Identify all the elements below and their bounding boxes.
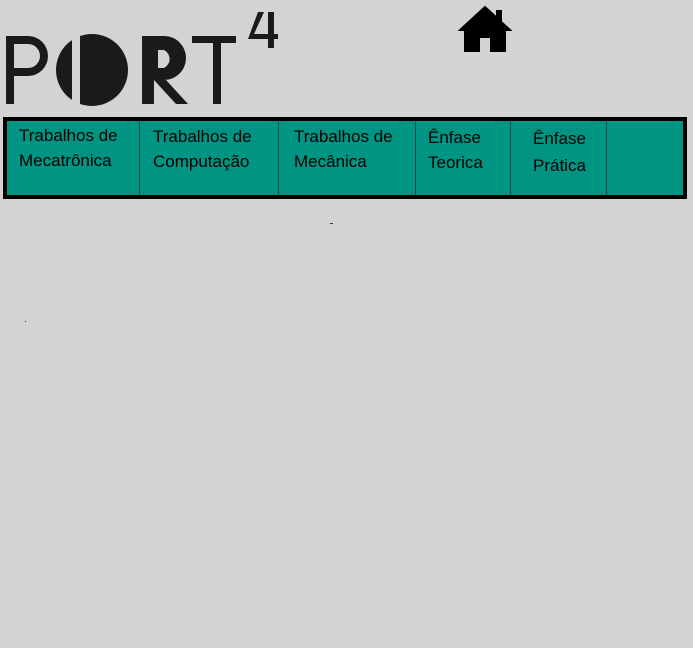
- nav-item-mecanica[interactable]: Trabalhos de Mecânica: [279, 121, 416, 195]
- port4-logo: [6, 6, 281, 106]
- nav-item-line1: Ênfase: [428, 128, 481, 147]
- nav-item-computacao[interactable]: Trabalhos de Computação: [140, 121, 279, 195]
- nav-item-label: Trabalhos de Mecatrônica: [19, 123, 118, 173]
- nav-item-label: Ênfase Prática: [533, 125, 586, 179]
- nav-item-line1: Trabalhos de: [153, 127, 252, 146]
- main-nav: Trabalhos de Mecatrônica Trabalhos de Co…: [3, 117, 687, 199]
- port4-logo-graphic: [6, 12, 278, 106]
- stray-mark: [25, 321, 26, 322]
- nav-item-enfase-teorica[interactable]: Ênfase Teorica: [416, 121, 511, 195]
- nav-item-label: Ênfase Teorica: [428, 125, 483, 175]
- home-icon[interactable]: [458, 5, 512, 53]
- nav-item-line1: Ênfase: [533, 129, 586, 148]
- nav-item-mecatronica[interactable]: Trabalhos de Mecatrônica: [7, 121, 140, 195]
- nav-item-empty[interactable]: [607, 121, 683, 195]
- nav-item-line2: Mecânica: [294, 152, 367, 171]
- nav-item-line2: Computação: [153, 152, 250, 171]
- nav-item-line2: Prática: [533, 156, 586, 175]
- nav-item-label: Trabalhos de Computação: [153, 124, 252, 174]
- nav-item-label: Trabalhos de Mecânica: [294, 124, 393, 174]
- nav-item-enfase-pratica[interactable]: Ênfase Prática: [511, 121, 607, 195]
- stray-mark: [330, 223, 333, 224]
- nav-item-line2: Mecatrônica: [19, 151, 112, 170]
- nav-item-line1: Trabalhos de: [19, 126, 118, 145]
- nav-item-line2: Teorica: [428, 153, 483, 172]
- nav-item-line1: Trabalhos de: [294, 127, 393, 146]
